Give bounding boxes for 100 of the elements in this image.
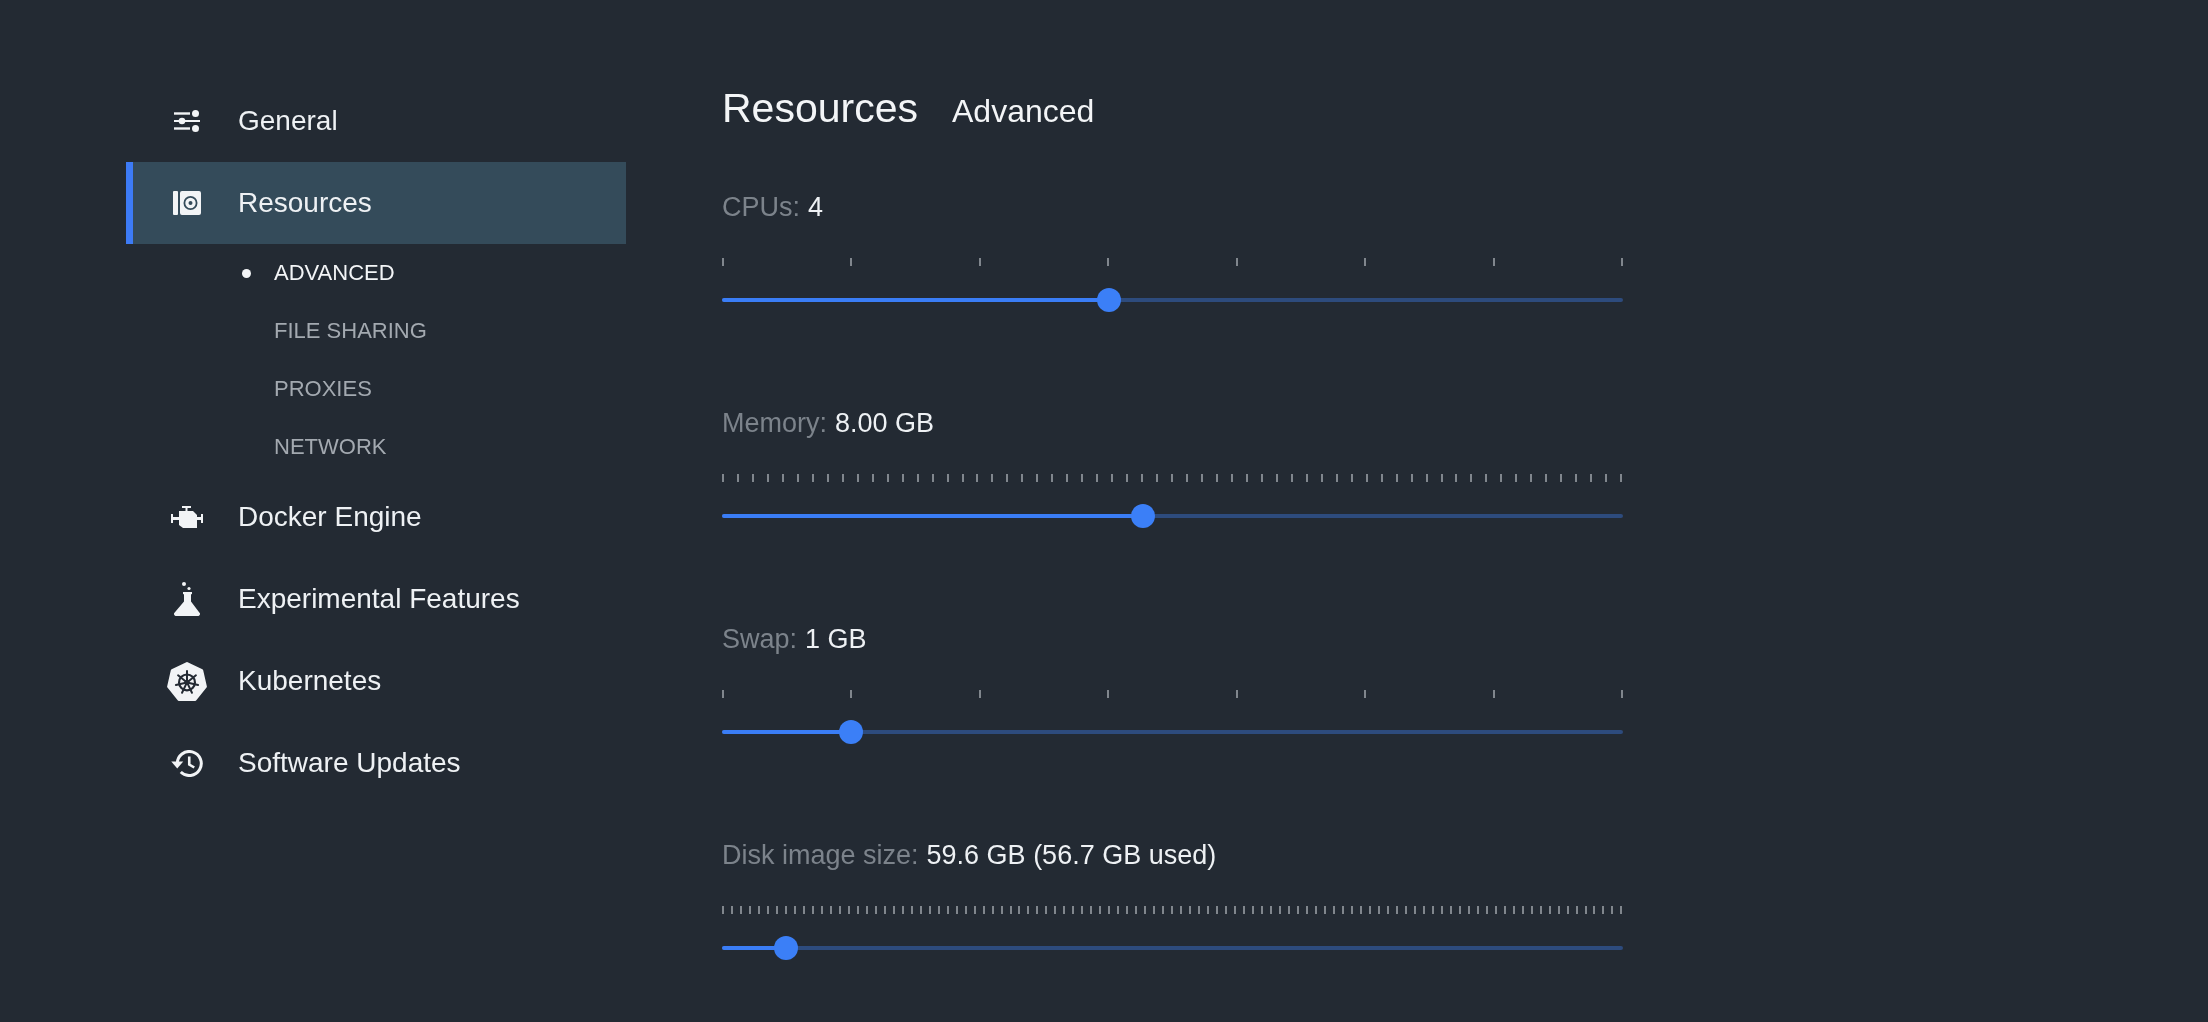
setting-value: 4 [808,191,824,224]
tick-mark [1560,474,1563,482]
tick-mark [978,690,981,698]
tick-mark [1410,474,1413,482]
tick-mark [1425,474,1428,482]
tick-mark [1590,474,1593,482]
sidebar-item[interactable]: Experimental Features [126,558,626,640]
tick-mark [871,474,874,482]
tick-mark [1440,474,1443,482]
flask-icon [174,582,200,616]
sidebar-item[interactable]: Software Updates [126,722,626,804]
slider-thumb[interactable] [838,720,863,744]
slider-thumb[interactable] [1096,288,1121,312]
setting-label: Memory: [722,407,827,440]
tick-mark [1235,690,1238,698]
sidebar-subitem[interactable]: FILE SHARING [126,302,626,360]
slider[interactable] [722,288,1623,312]
sliders-icon [174,110,200,132]
tick-mark [1036,474,1039,482]
tick-mark [1111,474,1114,482]
slider[interactable] [722,504,1623,528]
tick-mark [1230,474,1233,482]
tick-mark [1141,474,1144,482]
slider-thumb[interactable] [773,936,798,960]
tick-mark [1021,474,1024,482]
tick-mark [736,474,739,482]
tick-mark [1290,474,1293,482]
engine-icon [171,506,203,528]
setting-value: 59.6 GB (56.7 GB used) [926,839,1217,872]
tick-mark [1365,474,1368,482]
tick-mark [1171,474,1174,482]
tick-mark [1500,474,1503,482]
tick-mark [1492,258,1495,266]
tick-mark [1575,474,1578,482]
sidebar-item[interactable]: General [126,80,626,162]
slider-thumb[interactable] [1130,504,1155,528]
history-icon [171,749,203,777]
sidebar-item[interactable]: Kubernetes [126,640,626,722]
sidebar-item[interactable]: Docker Engine [126,476,626,558]
tick-mark [1245,474,1248,482]
setting-label: CPUs: [722,191,800,224]
page-title: Resources [722,84,918,133]
tick-mark [1107,258,1110,266]
tick-mark [1156,474,1159,482]
tick-mark [1126,474,1129,482]
slider[interactable] [722,720,1623,744]
tick-mark [850,690,853,698]
tick-mark [796,474,799,482]
tick-mark [1275,474,1278,482]
tick-mark [722,474,724,482]
tick-mark [722,690,724,698]
tick-mark [1492,690,1495,698]
tick-mark [916,474,919,482]
tick-mark [1605,474,1608,482]
setting-value: 8.00 GB [835,407,935,440]
tick-mark [722,258,724,266]
sidebar-subitem[interactable]: NETWORK [126,418,626,476]
tick-mark [1530,474,1533,482]
tick-mark [1620,690,1623,698]
sidebar-subitem[interactable]: PROXIES [126,360,626,418]
tick-mark [856,474,859,482]
tick-mark [1545,474,1548,482]
tick-mark [1335,474,1338,482]
drive-icon [173,191,201,215]
tick-mark [1395,474,1398,482]
tick-mark [886,474,889,482]
tick-mark [1350,474,1353,482]
tick-mark [946,474,949,482]
setting-label: Disk image size: [722,839,919,872]
tick-mark [1364,258,1367,266]
tick-mark [1107,690,1110,698]
tick-mark [1235,258,1238,266]
tick-mark [1305,474,1308,482]
tick-mark [1380,474,1383,482]
tick-mark [1081,474,1084,482]
tick-mark [1051,474,1054,482]
tick-mark [841,474,844,482]
bullet-icon [242,268,251,278]
tick-mark [850,258,853,266]
tick-mark [1455,474,1458,482]
tick-mark [991,474,994,482]
setting-value: 1 GB [805,623,867,656]
slider[interactable] [722,936,1623,960]
tick-mark [1320,474,1323,482]
sidebar-item[interactable]: Resources [126,162,626,244]
tick-mark [1260,474,1263,482]
tick-mark [961,474,964,482]
tick-mark [1201,474,1203,482]
tick-mark [931,474,934,482]
tick-mark [1096,474,1099,482]
tick-mark [978,258,981,266]
sidebar-subitem[interactable]: ADVANCED [126,244,626,302]
tick-mark [1515,474,1518,482]
tick-mark [1470,474,1473,482]
tick-mark [1186,474,1189,482]
setting-label: Swap: [722,623,798,656]
tick-mark [976,474,979,482]
tick-mark [1066,474,1069,482]
tick-mark [781,474,784,482]
tick-mark [1620,258,1623,266]
